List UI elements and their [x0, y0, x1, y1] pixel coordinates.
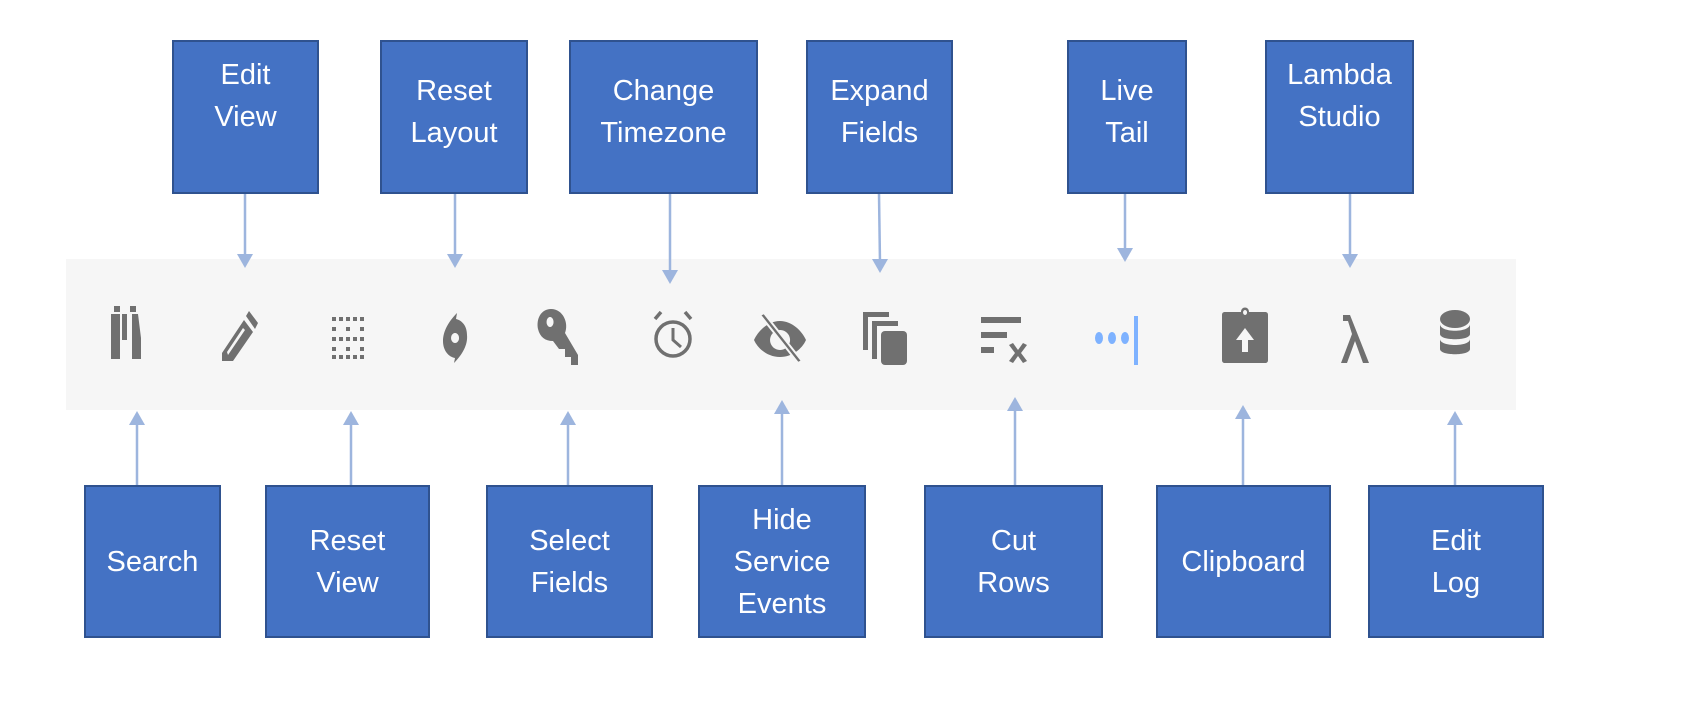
label-line: View	[316, 566, 379, 599]
label-line: Fields	[840, 117, 919, 149]
label-clipboard: Clipboard	[1156, 485, 1331, 638]
live-tail-icon[interactable]	[1093, 303, 1157, 367]
label-cut-rows: Cut Rows	[924, 485, 1103, 638]
arrowhead	[1007, 397, 1023, 411]
label-line: Edit	[1431, 524, 1481, 557]
label-line: Fields	[530, 566, 609, 599]
eye-slash-icon[interactable]	[748, 303, 812, 367]
arrowhead	[129, 411, 145, 425]
label-line: Search	[106, 545, 199, 578]
hurricane-icon[interactable]	[423, 303, 487, 367]
clear-rows-icon[interactable]	[976, 303, 1040, 367]
label-line: Studio	[1298, 101, 1381, 133]
alarm-clock-icon[interactable]	[641, 303, 705, 367]
label-line: Reset	[416, 75, 492, 107]
arrowhead	[1342, 254, 1358, 268]
label-line: Log	[1431, 566, 1481, 599]
arrowhead	[1117, 248, 1133, 262]
arrowhead	[774, 400, 790, 414]
label-line: Service	[733, 545, 831, 578]
label-line: Hide	[752, 503, 812, 536]
dotted-grid-icon[interactable]	[318, 303, 382, 367]
label-line: Edit	[220, 59, 271, 91]
label-line: Tail	[1105, 117, 1149, 149]
clipboard-upload-icon[interactable]	[1213, 303, 1277, 367]
arrowhead	[237, 254, 253, 268]
label-lambda-studio: Lambda Studio	[1265, 40, 1414, 194]
label-select-fields: Select Fields	[486, 485, 653, 638]
label-live-tail: Live Tail	[1067, 40, 1187, 194]
binoculars-icon[interactable]	[105, 303, 169, 367]
label-hide-service-events: Hide Service Events	[698, 485, 866, 638]
key-icon[interactable]	[533, 303, 597, 367]
label-line: Change	[612, 75, 715, 107]
label-line: Select	[529, 524, 610, 557]
arrowhead	[560, 411, 576, 425]
label-reset-layout: Reset Layout	[380, 40, 528, 194]
pencil-icon[interactable]	[213, 303, 277, 367]
arrowhead	[343, 411, 359, 425]
label-line: Events	[737, 587, 827, 620]
label-search: Search	[84, 485, 221, 638]
arrowhead	[1447, 411, 1463, 425]
label-reset-view: Reset View	[265, 485, 430, 638]
lambda-icon[interactable]	[1323, 303, 1387, 367]
label-line: Clipboard	[1181, 545, 1306, 578]
arrowhead	[1235, 405, 1251, 419]
database-icon[interactable]	[1423, 303, 1487, 367]
label-line: Lambda	[1287, 59, 1392, 91]
label-line: Reset	[309, 524, 386, 557]
arrowhead	[872, 259, 888, 273]
label-line: View	[214, 101, 277, 133]
label-line: Expand	[830, 75, 929, 107]
label-line: Layout	[410, 117, 498, 149]
label-expand-fields: Expand Fields	[806, 40, 953, 194]
label-line: Rows	[977, 566, 1050, 599]
copy-stack-icon[interactable]	[856, 303, 920, 367]
label-line: Live	[1100, 75, 1154, 107]
label-change-timezone: Change Timezone	[569, 40, 758, 194]
label-edit-view: Edit View	[172, 40, 319, 194]
arrow-expand-fields	[877, 193, 882, 264]
label-line: Cut	[990, 524, 1037, 557]
label-edit-log: Edit Log	[1368, 485, 1544, 638]
label-line: Timezone	[600, 117, 727, 149]
arrowhead	[662, 270, 678, 284]
arrowhead	[447, 254, 463, 268]
